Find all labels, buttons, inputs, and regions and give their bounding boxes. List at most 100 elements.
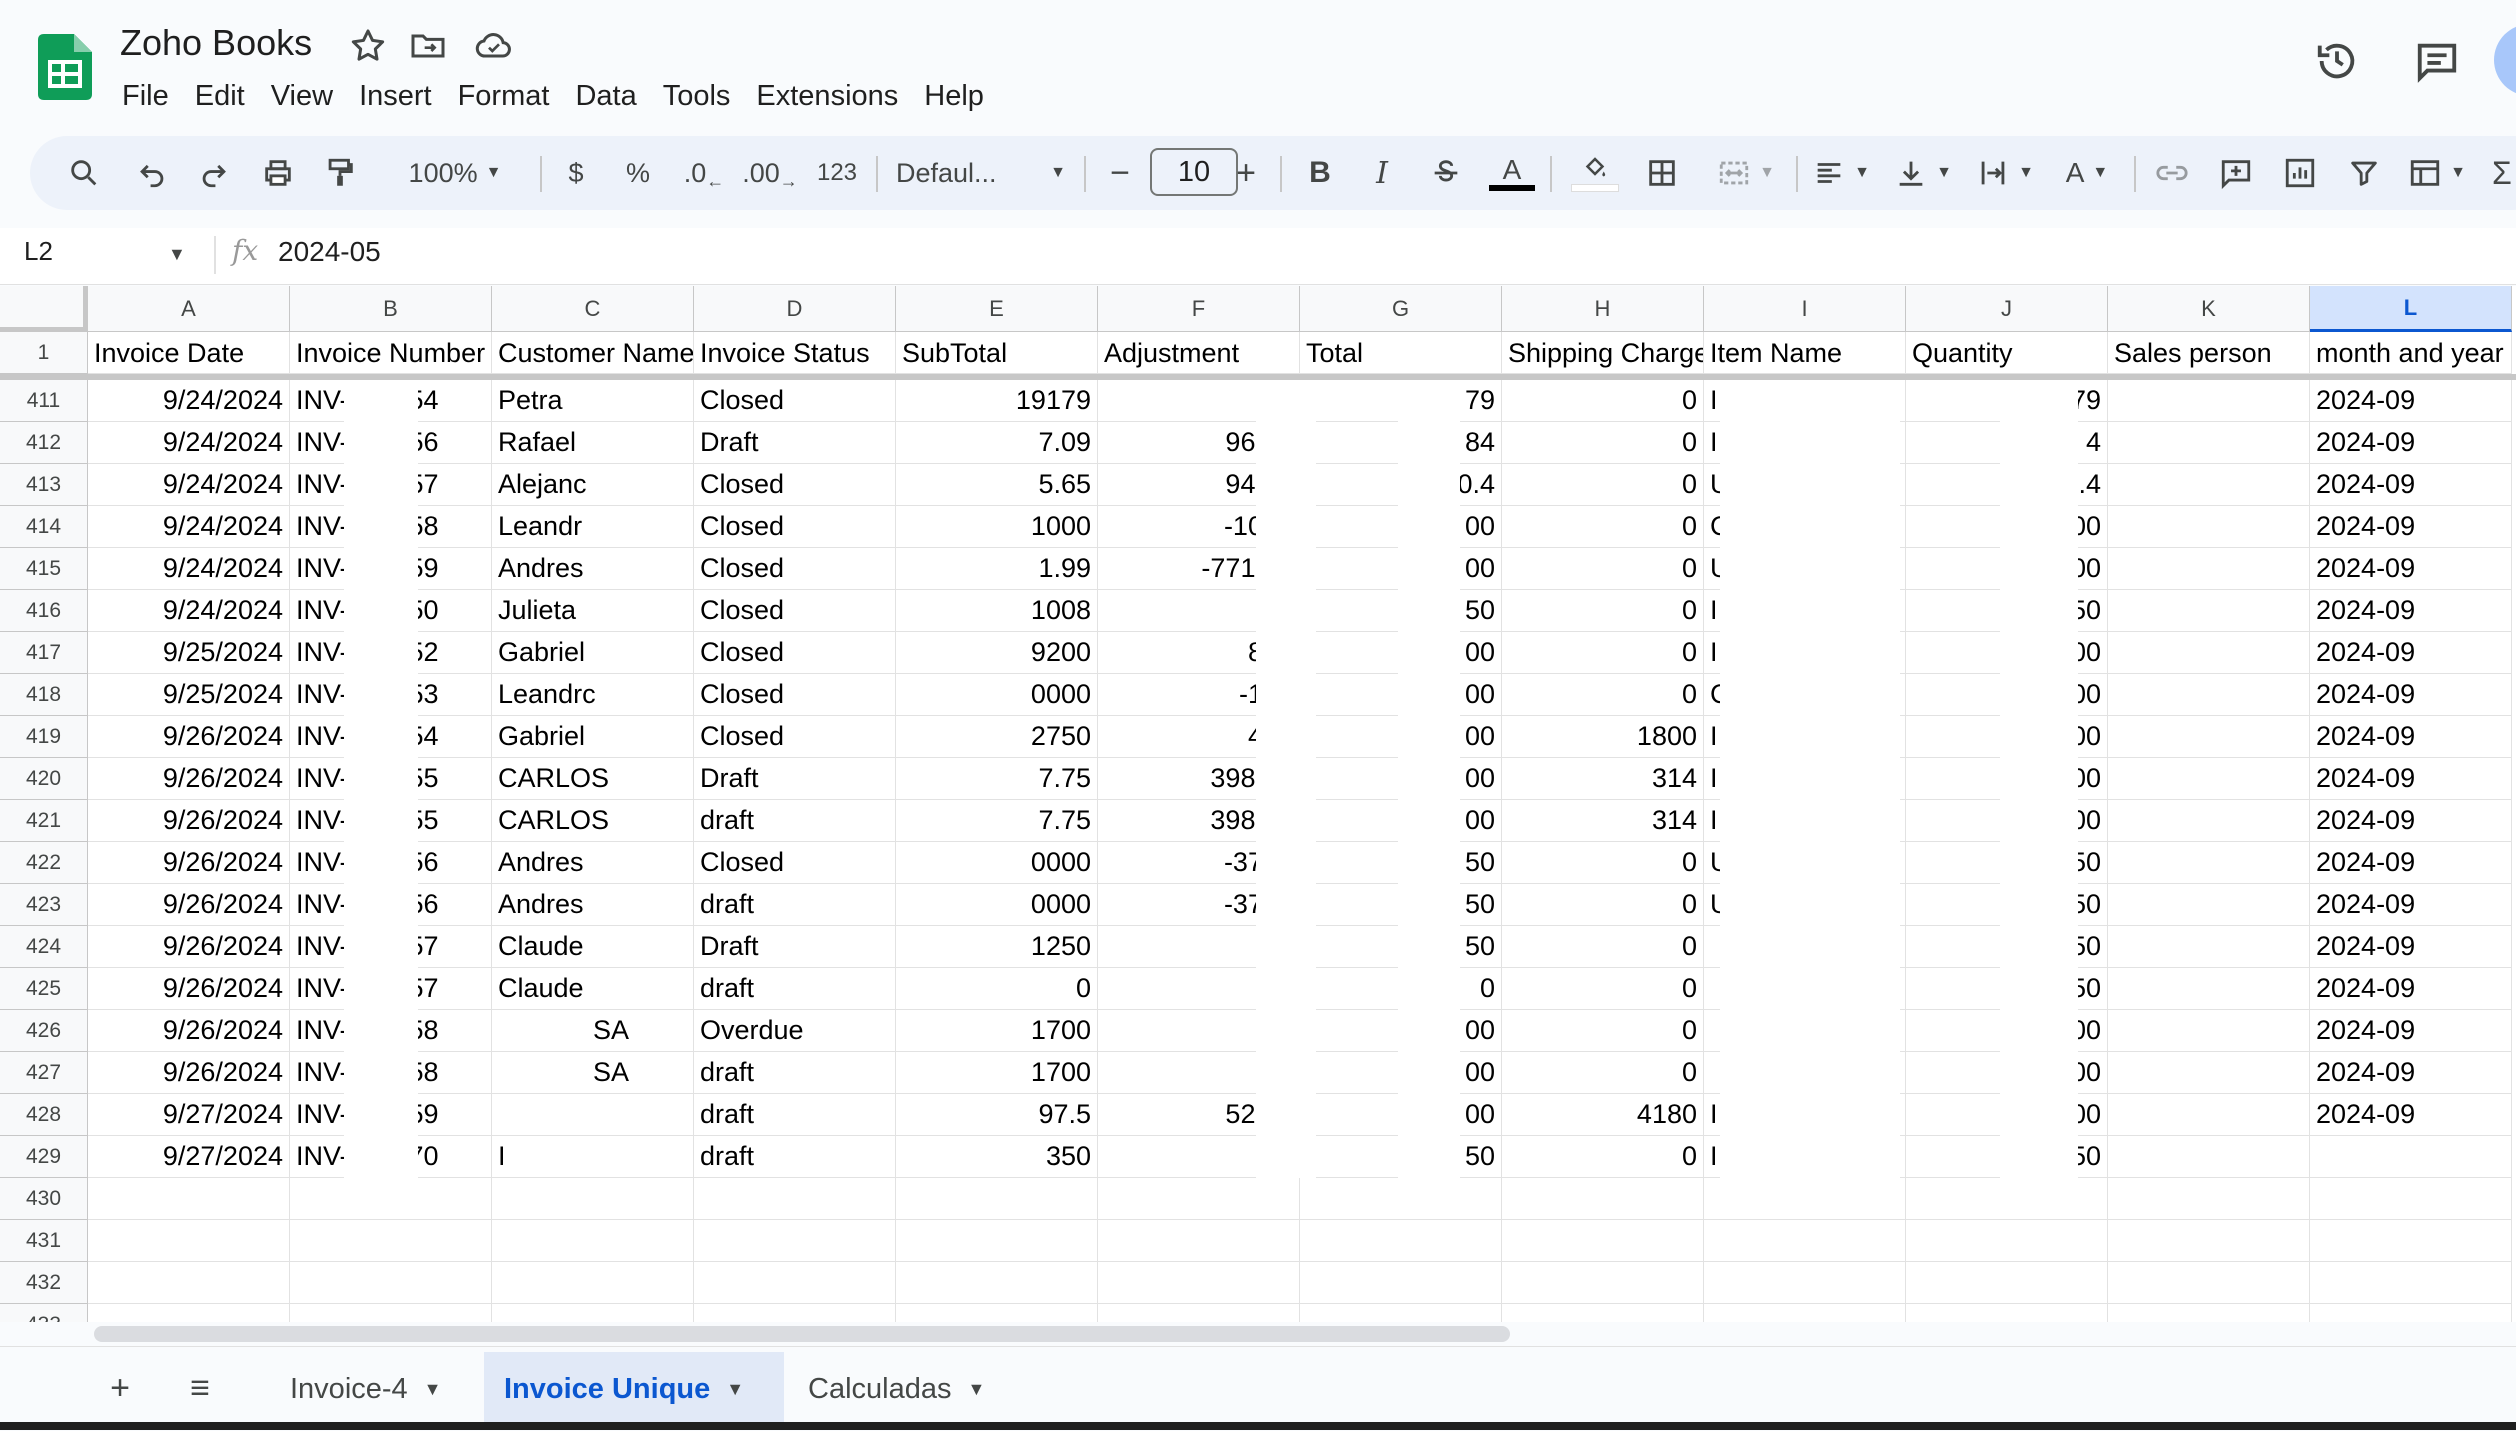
- header-cell[interactable]: Invoice Number: [290, 332, 492, 374]
- table-cell[interactable]: CARLOS: [492, 758, 694, 800]
- table-cell[interactable]: [896, 1262, 1098, 1304]
- decrease-decimal-button[interactable]: .0 ←: [680, 148, 728, 198]
- table-cell[interactable]: 1800: [1502, 716, 1704, 758]
- row-header[interactable]: 412: [0, 422, 88, 464]
- table-cell[interactable]: [1704, 1304, 1906, 1322]
- zoom-select[interactable]: 100% ▼: [388, 148, 522, 198]
- table-cell[interactable]: Claude: [492, 968, 694, 1010]
- header-cell[interactable]: Adjustment: [1098, 332, 1300, 374]
- table-cell[interactable]: Closed: [694, 548, 896, 590]
- table-cell[interactable]: [492, 1094, 694, 1136]
- table-cell[interactable]: Alejanc: [492, 464, 694, 506]
- menu-file[interactable]: File: [120, 76, 182, 116]
- table-cell[interactable]: [88, 1178, 290, 1220]
- table-cell[interactable]: 0: [1502, 674, 1704, 716]
- row-header[interactable]: 426: [0, 1010, 88, 1052]
- table-cell[interactable]: [2310, 1220, 2512, 1262]
- table-cell[interactable]: 1008: [896, 590, 1098, 632]
- table-cell[interactable]: 0: [1502, 1052, 1704, 1094]
- row-header[interactable]: 419: [0, 716, 88, 758]
- table-cell[interactable]: Andres: [492, 842, 694, 884]
- table-cell[interactable]: [2310, 1304, 2512, 1322]
- table-cell[interactable]: Rafael: [492, 422, 694, 464]
- header-cell[interactable]: SubTotal: [896, 332, 1098, 374]
- table-cell[interactable]: 9/25/2024: [88, 632, 290, 674]
- table-cell[interactable]: [694, 1304, 896, 1322]
- decrease-font-size-button[interactable]: −: [1100, 148, 1140, 198]
- table-cell[interactable]: 2024-09: [2310, 842, 2512, 884]
- table-cell[interactable]: 9/24/2024: [88, 380, 290, 422]
- table-cell[interactable]: 4180: [1502, 1094, 1704, 1136]
- increase-decimal-button[interactable]: .00 →: [742, 148, 798, 198]
- text-color-icon[interactable]: A: [1488, 148, 1536, 198]
- column-header-e[interactable]: E: [896, 286, 1098, 332]
- table-cell[interactable]: 9/24/2024: [88, 548, 290, 590]
- table-cell[interactable]: 9/26/2024: [88, 842, 290, 884]
- table-cell[interactable]: 2024-09: [2310, 968, 2512, 1010]
- table-cell[interactable]: 97.5: [896, 1094, 1098, 1136]
- account-avatar[interactable]: [2494, 24, 2516, 96]
- table-cell[interactable]: 0: [1502, 380, 1704, 422]
- table-cell[interactable]: [1704, 1220, 1906, 1262]
- table-cell[interactable]: draft: [694, 1136, 896, 1178]
- table-cell[interactable]: 314: [1502, 800, 1704, 842]
- table-cell[interactable]: 9/26/2024: [88, 758, 290, 800]
- table-cell[interactable]: [896, 1178, 1098, 1220]
- table-cell[interactable]: 5.65: [896, 464, 1098, 506]
- row-header[interactable]: 421: [0, 800, 88, 842]
- table-cell[interactable]: SA: [492, 1052, 694, 1094]
- document-title[interactable]: Zoho Books: [120, 22, 312, 64]
- table-cell[interactable]: 314: [1502, 758, 1704, 800]
- sheet-tab-calculadas[interactable]: Calculadas ▼: [788, 1352, 1022, 1426]
- table-cell[interactable]: 9/26/2024: [88, 926, 290, 968]
- table-cell[interactable]: 0: [1502, 632, 1704, 674]
- table-cell[interactable]: 2024-09: [2310, 1010, 2512, 1052]
- table-cell[interactable]: [1300, 1178, 1502, 1220]
- text-wrapping-icon[interactable]: ▼: [1972, 148, 2038, 198]
- table-cell[interactable]: [2108, 1094, 2310, 1136]
- row-header[interactable]: 424: [0, 926, 88, 968]
- table-cell[interactable]: [694, 1262, 896, 1304]
- table-cell[interactable]: 2024-09: [2310, 674, 2512, 716]
- header-cell[interactable]: Customer Name: [492, 332, 694, 374]
- menu-extensions[interactable]: Extensions: [743, 76, 911, 116]
- table-cell[interactable]: 0: [896, 968, 1098, 1010]
- table-cell[interactable]: Gabriel: [492, 716, 694, 758]
- table-cell[interactable]: 1250: [896, 926, 1098, 968]
- table-cell[interactable]: 7.75: [896, 800, 1098, 842]
- column-header-h[interactable]: H: [1502, 286, 1704, 332]
- table-cell[interactable]: draft: [694, 968, 896, 1010]
- column-header-b[interactable]: B: [290, 286, 492, 332]
- table-cell[interactable]: Closed: [694, 380, 896, 422]
- table-cell[interactable]: Closed: [694, 716, 896, 758]
- table-cell[interactable]: 2750: [896, 716, 1098, 758]
- table-cell[interactable]: 1.99: [896, 548, 1098, 590]
- name-box[interactable]: L2: [24, 236, 53, 267]
- table-cell[interactable]: 9/24/2024: [88, 464, 290, 506]
- table-cell[interactable]: [2108, 506, 2310, 548]
- table-cell[interactable]: 9/24/2024: [88, 506, 290, 548]
- table-cell[interactable]: [896, 1304, 1098, 1322]
- table-cell[interactable]: Closed: [694, 632, 896, 674]
- table-cell[interactable]: [2108, 1136, 2310, 1178]
- table-cell[interactable]: Closed: [694, 464, 896, 506]
- undo-icon[interactable]: [130, 148, 174, 198]
- table-cell[interactable]: Leandr: [492, 506, 694, 548]
- table-cell[interactable]: [1300, 1304, 1502, 1322]
- table-cell[interactable]: [2108, 548, 2310, 590]
- table-cell[interactable]: 2024-09: [2310, 716, 2512, 758]
- table-cell[interactable]: 19179: [896, 380, 1098, 422]
- table-cell[interactable]: 7.09: [896, 422, 1098, 464]
- table-cell[interactable]: [2108, 674, 2310, 716]
- bold-icon[interactable]: B: [1300, 148, 1340, 198]
- search-icon[interactable]: [62, 148, 106, 198]
- row-header[interactable]: 411: [0, 380, 88, 422]
- column-header-g[interactable]: G: [1300, 286, 1502, 332]
- table-cell[interactable]: Draft: [694, 926, 896, 968]
- filter-views-icon[interactable]: ▼: [2404, 148, 2470, 198]
- table-cell[interactable]: [1098, 1220, 1300, 1262]
- chevron-down-icon[interactable]: ▼: [168, 244, 186, 265]
- table-cell[interactable]: 9/26/2024: [88, 1010, 290, 1052]
- table-cell[interactable]: I: [492, 1136, 694, 1178]
- horizontal-scrollbar[interactable]: [94, 1326, 1510, 1342]
